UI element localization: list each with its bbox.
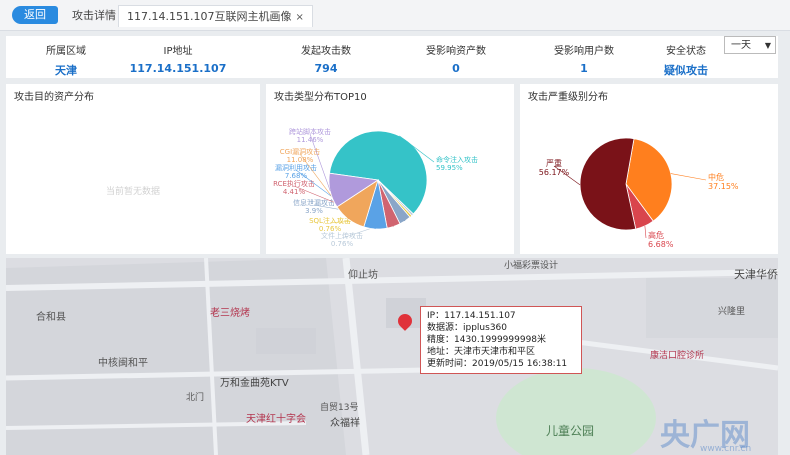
- stat-region: 所属区域 天津: [6, 42, 126, 78]
- map-label: 北门: [186, 393, 205, 403]
- tab-attack-detail[interactable]: 攻击详情: [72, 5, 116, 26]
- slice-label: CGI漏洞攻击: [280, 147, 320, 156]
- chevron-down-icon: ▼: [764, 41, 771, 50]
- stat-label: 发起攻击数: [301, 46, 351, 57]
- time-range-value: 一天: [731, 40, 751, 51]
- map-label: 康洁口腔诊所: [650, 351, 705, 361]
- map-label: 中核闽和平: [98, 358, 148, 369]
- popup-source: 数据源：ipplus360: [427, 323, 507, 333]
- tab-host-profile[interactable]: 117.14.151.107互联网主机画像 ×: [118, 5, 313, 27]
- severity-panel: 攻击严重级别分布 中危 37.15% 高危 6.68% 严重 56.17%: [520, 84, 778, 254]
- popup-updated: 更新时间：2019/05/15 16:38:11: [427, 359, 568, 369]
- panel-title: 攻击严重级别分布: [528, 92, 608, 103]
- attack-type-panel: 攻击类型分布TOP10 命令注入攻击 59.95% 文件上传攻击 0.76% SQL注入…: [266, 84, 514, 254]
- watermark-url: www.cnr.cn: [700, 444, 752, 454]
- map-label: 老三烧烤: [210, 308, 250, 319]
- stat-value[interactable]: 疑似攻击: [626, 62, 746, 78]
- map-label: 众福祥: [330, 418, 360, 429]
- attack-type-pie-chart: 命令注入攻击59.95%文件上传攻击0.76%SQL注入攻击0.76%信息泄漏攻…: [273, 127, 478, 248]
- slice-label: RCE执行攻击: [273, 179, 315, 188]
- top-bar: 返回 攻击详情 117.14.151.107互联网主机画像 ×: [0, 0, 790, 31]
- map-label: 天津红十字会: [246, 414, 306, 425]
- stat-value[interactable]: 天津: [6, 62, 126, 78]
- map-label: 自贸13号: [320, 403, 359, 413]
- map-label: 小福彩票设计: [504, 261, 559, 271]
- slice-percent: 0.76%: [331, 240, 354, 248]
- map-label: 万和金曲苑KTV: [220, 378, 289, 389]
- stat-affected-assets: 受影响资产数 0: [396, 42, 516, 75]
- map-label: 仰止坊: [348, 270, 378, 281]
- slice-percent: 37.15%: [708, 182, 739, 191]
- slice-label: 信息泄漏攻击: [293, 198, 335, 207]
- slice-percent: 59.95%: [436, 164, 463, 172]
- time-range-select[interactable]: 一天 ▼: [724, 36, 776, 54]
- popup-accuracy: 精度：1430.1999999998米: [427, 335, 547, 345]
- slice-percent: 0.76%: [319, 225, 342, 233]
- stat-value[interactable]: 794: [266, 62, 386, 75]
- stat-attack-count: 发起攻击数 794: [266, 42, 386, 75]
- map-label: 天津华侨: [734, 268, 778, 281]
- ip-location-popup: IP：117.14.151.107 数据源：ipplus360 精度：1430.…: [420, 306, 582, 374]
- map-label: 合和县: [36, 312, 66, 323]
- slice-label: 高危: [648, 230, 664, 240]
- slice-percent: 11.08%: [287, 156, 314, 164]
- label-leader-line: [670, 173, 707, 181]
- map-label: 兴隆里: [718, 307, 746, 317]
- slice-label: SQL注入攻击: [309, 216, 351, 225]
- popup-address: 地址：天津市天津市和平区: [427, 347, 536, 357]
- slice-label: 跨站脚本攻击: [289, 127, 331, 136]
- label-leader-line: [644, 225, 647, 239]
- back-button[interactable]: 返回: [12, 6, 58, 24]
- stats-bar: 所属区域 天津 IP地址 117.14.151.107 发起攻击数 794 受影…: [6, 36, 778, 78]
- severity-pie-chart: 中危37.15% 高危6.68% 严重56.17%: [539, 137, 739, 249]
- slice-label: 中危: [708, 172, 724, 182]
- popup-ip: IP：117.14.151.107: [427, 311, 516, 321]
- stat-label: IP地址: [163, 46, 193, 57]
- stat-label: 所属区域: [46, 46, 86, 57]
- stat-label: 受影响资产数: [426, 46, 486, 57]
- slice-label: 严重: [546, 158, 562, 168]
- slice-percent: 11.46%: [297, 136, 324, 144]
- panel-title: 攻击类型分布TOP10: [274, 92, 367, 103]
- stat-value[interactable]: 117.14.151.107: [118, 62, 238, 75]
- asset-distribution-panel: 攻击目的资产分布 当前暂无数据: [6, 84, 260, 254]
- stat-value[interactable]: 0: [396, 62, 516, 75]
- slice-label: 命令注入攻击: [436, 155, 478, 164]
- panel-title: 攻击目的资产分布: [14, 92, 94, 103]
- map-label: 儿童公园: [546, 424, 595, 438]
- stat-ip: IP地址 117.14.151.107: [118, 42, 238, 75]
- slice-percent: 6.68%: [648, 240, 674, 249]
- slice-percent: 4.41%: [283, 188, 306, 196]
- slice-percent: 3.9%: [305, 207, 323, 215]
- slice-percent: 56.17%: [539, 168, 570, 177]
- tab-host-label: 117.14.151.107互联网主机画像: [127, 10, 292, 23]
- slice-label: 漏洞利用攻击: [275, 163, 317, 172]
- close-icon[interactable]: ×: [295, 12, 303, 23]
- slice-percent: 7.68%: [285, 172, 308, 180]
- empty-state-text: 当前暂无数据: [105, 187, 160, 197]
